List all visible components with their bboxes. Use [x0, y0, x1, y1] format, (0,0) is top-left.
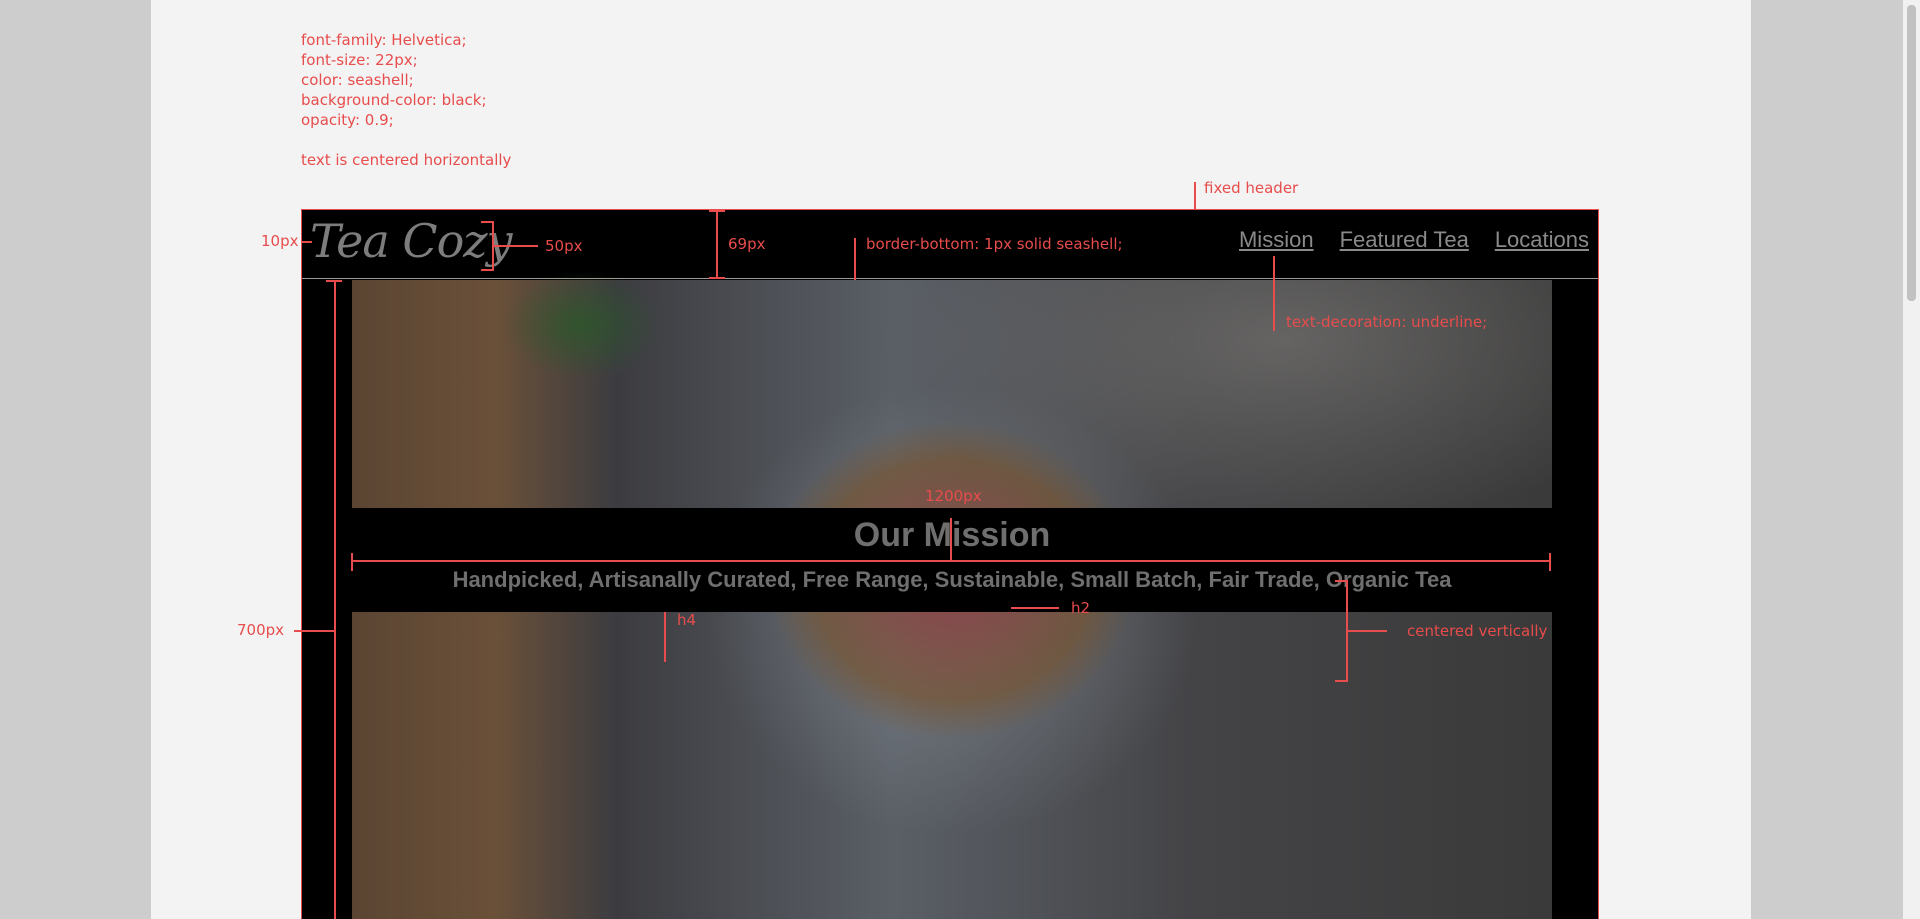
nav-link-mission[interactable]: Mission — [1239, 227, 1314, 253]
annotation-line — [493, 245, 538, 247]
annotation-line — [709, 210, 725, 212]
h4-tag-label: h4 — [677, 611, 697, 629]
spec-line: color: seashell; — [301, 71, 414, 89]
annotation-line — [1335, 680, 1347, 682]
border-bottom-label: border-bottom: 1px solid seashell; — [866, 235, 1123, 253]
spec-line: font-family: Helvetica; — [301, 31, 467, 49]
nav-link-featured-tea[interactable]: Featured Tea — [1340, 227, 1469, 253]
style-spec-block: font-family: Helvetica; font-size: 22px;… — [301, 30, 511, 170]
spec-line: background-color: black; — [301, 91, 487, 109]
spec-line: font-size: 22px; — [301, 51, 418, 69]
annotation-line — [854, 238, 856, 280]
annotation-line — [351, 553, 353, 571]
annotation-line — [481, 269, 493, 271]
spec-line: opacity: 0.9; — [301, 111, 394, 129]
h2-tag-label: h2 — [1071, 599, 1091, 617]
site-nav: Mission Featured Tea Locations — [1239, 227, 1589, 253]
annotation-line — [302, 241, 312, 243]
vertical-scrollbar[interactable] — [1903, 0, 1920, 919]
annotation-line — [1347, 630, 1387, 632]
annotation-line — [351, 560, 1551, 562]
sixtynine-px-label: 69px — [728, 235, 766, 253]
nav-link-locations[interactable]: Locations — [1495, 227, 1589, 253]
mission-subtitle: Handpicked, Artisanally Curated, Free Ra… — [452, 567, 1452, 592]
annotation-line — [334, 280, 336, 919]
fifty-px-label: 50px — [545, 237, 583, 255]
annotation-line — [481, 221, 493, 223]
ten-px-label: 10px — [261, 232, 299, 250]
annotation-line — [326, 280, 342, 282]
seven-hundred-label: 700px — [237, 621, 285, 639]
fixed-header-label: fixed header — [1204, 179, 1299, 197]
annotation-line — [716, 210, 718, 279]
annotation-line — [294, 630, 334, 632]
spec-line: text is centered horizontally — [301, 151, 512, 169]
text-decoration-label: text-decoration: underline; — [1286, 313, 1488, 331]
annotation-line — [1335, 580, 1347, 582]
mission-title: Our Mission — [853, 516, 1051, 554]
annotation-line — [709, 277, 725, 279]
annotation-line — [1011, 607, 1059, 609]
centered-vertically-label: centered vertically — [1407, 622, 1548, 640]
annotation-line — [1549, 553, 1551, 571]
spec-page: font-family: Helvetica; font-size: 22px;… — [151, 0, 1751, 919]
annotation-line — [1273, 256, 1275, 331]
annotation-line — [950, 518, 952, 560]
annotation-line — [664, 612, 666, 662]
twelve-hundred-label: 1200px — [925, 487, 982, 505]
scrollbar-thumb[interactable] — [1907, 5, 1916, 301]
